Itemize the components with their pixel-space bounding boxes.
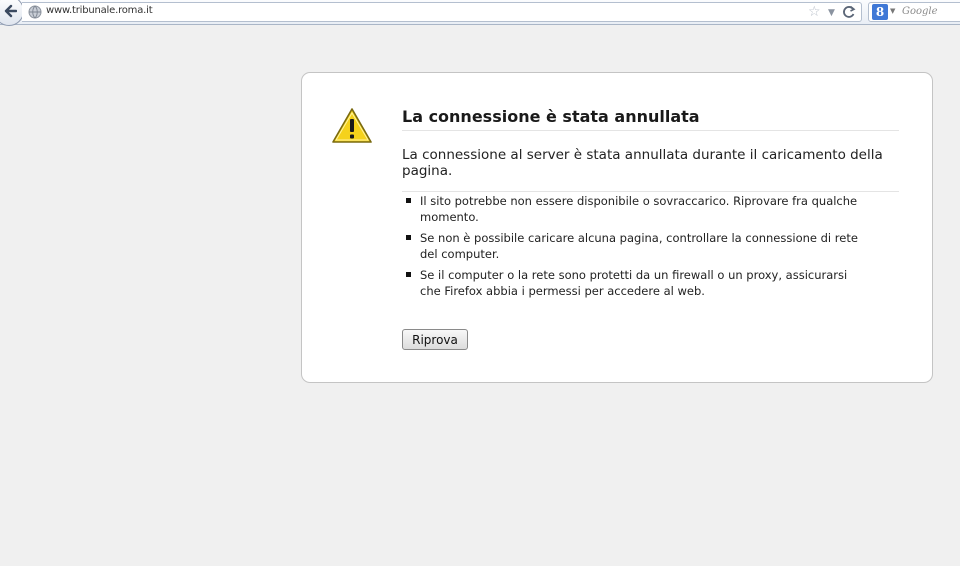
error-title: La connessione è stata annullata (402, 107, 899, 131)
list-item: Il sito potrebbe non essere disponibile … (406, 193, 866, 225)
globe-icon (28, 5, 42, 19)
list-item: Se il computer o la rete sono protetti d… (406, 267, 866, 299)
google-icon[interactable]: 8 (872, 4, 888, 20)
warning-icon (332, 108, 372, 143)
reload-icon[interactable] (842, 4, 856, 20)
error-panel: La connessione è stata annullata La conn… (301, 72, 933, 383)
chevron-down-icon[interactable]: ▼ (890, 7, 895, 15)
star-icon[interactable]: ☆ (808, 3, 821, 21)
search-bar[interactable]: 8 ▼ Google (868, 2, 960, 22)
back-arrow-icon (4, 4, 17, 18)
retry-button[interactable]: Riprova (402, 329, 468, 350)
back-button[interactable] (0, 0, 24, 26)
navigation-toolbar: www.tribunale.roma.it ☆ ▼ 8 ▼ Google (0, 0, 960, 26)
search-placeholder[interactable]: Google (902, 6, 938, 17)
error-description: La connessione al server è stata annulla… (402, 147, 899, 192)
list-item: Se non è possibile caricare alcuna pagin… (406, 230, 866, 262)
address-bar[interactable]: www.tribunale.roma.it ☆ ▼ (22, 2, 862, 22)
url-text[interactable]: www.tribunale.roma.it (46, 5, 153, 16)
suggestions-list: Il sito potrebbe non essere disponibile … (406, 193, 866, 304)
dropdown-arrow-icon[interactable]: ▼ (828, 4, 835, 22)
